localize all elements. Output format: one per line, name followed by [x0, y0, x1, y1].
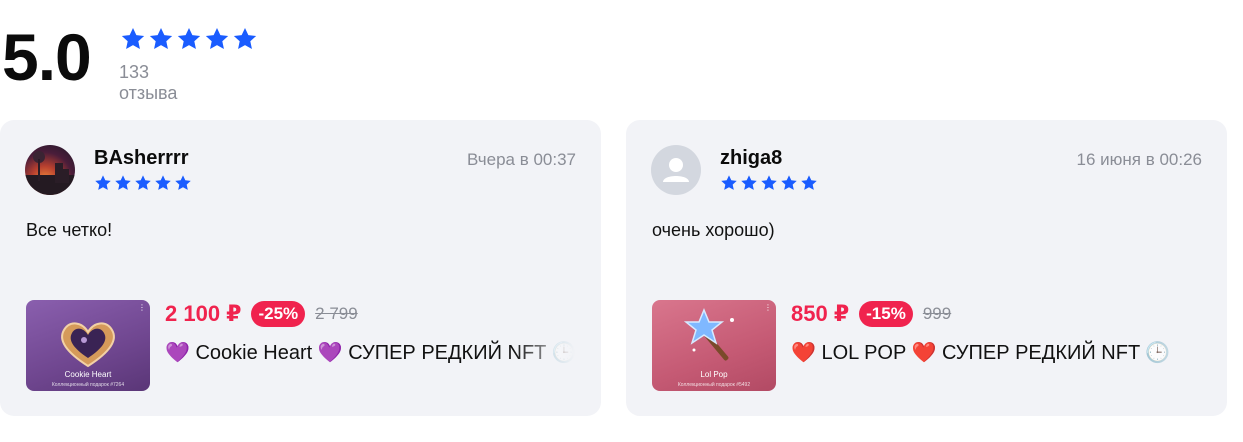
purple-heart-icon: 💜: [165, 340, 190, 364]
star-icon: [761, 175, 777, 190]
product-tag: СУПЕР РЕДКИЙ NFT: [348, 342, 547, 364]
more-icon: ⋮: [138, 303, 146, 312]
product-name[interactable]: ❤️ LOL POP ❤️ СУПЕР РЕДКИЙ NFT 🕒: [791, 340, 1201, 365]
star-icon: [155, 175, 171, 190]
thumb-subtitle: Коллекционный подарок #5492: [677, 382, 751, 388]
product-title: Cookie Heart: [195, 342, 313, 364]
thumb-subtitle: Коллекционный подарок #7264: [51, 382, 125, 388]
star-icon: [95, 175, 111, 190]
product-title: LOL POP: [821, 342, 906, 364]
thumb-title: Lol Pop: [700, 370, 728, 379]
star-icon: [177, 27, 201, 49]
review-text: Все четко!: [26, 220, 113, 240]
clock-icon: 🕒: [551, 340, 575, 364]
product-tag: СУПЕР РЕДКИЙ NFT: [942, 342, 1140, 364]
review-card: zhiga8 16 июня в 00:26 очень хорошо) ⋮ L…: [626, 120, 1227, 416]
review-stars: [94, 174, 192, 192]
avatar[interactable]: [651, 145, 701, 195]
price: 2 100 ₽: [165, 301, 242, 326]
red-heart-icon: ❤️: [791, 340, 816, 364]
review-date: Вчера в 00:37: [466, 150, 576, 169]
review-stars: [720, 174, 818, 192]
average-rating: 5.0: [2, 20, 92, 94]
price-row: 850 ₽ -15% 999: [791, 301, 951, 327]
summary-stars: [120, 26, 258, 52]
old-price: 2 799: [315, 304, 358, 323]
star-icon: [781, 175, 797, 190]
review-card: BAsherrrr Вчера в 00:37 Все четко! ⋮ Coo…: [0, 120, 601, 416]
star-icon: [205, 27, 229, 49]
author-name[interactable]: zhiga8: [720, 147, 782, 170]
review-date: 16 июня в 00:26: [1076, 150, 1203, 169]
price: 850 ₽: [791, 301, 850, 326]
user-placeholder-icon: [663, 158, 689, 182]
product-name[interactable]: 💜 Cookie Heart 💜 СУПЕР РЕДКИЙ NFT 🕒: [165, 340, 575, 365]
thumb-title: Cookie Heart: [64, 370, 112, 379]
star-icon: [801, 175, 817, 190]
star-icon: [149, 27, 173, 49]
star-icon: [233, 27, 257, 49]
star-icon: [115, 175, 131, 190]
red-heart-icon: ❤️: [911, 340, 937, 364]
star-icon: [741, 175, 757, 190]
price-row: 2 100 ₽ -25% 2 799: [165, 301, 358, 327]
star-icon: [175, 175, 191, 190]
review-text: очень хорошо): [652, 220, 775, 240]
star-icon: [135, 175, 151, 190]
old-price: 999: [922, 304, 952, 323]
discount-badge: -25%: [251, 301, 306, 327]
product-thumbnail[interactable]: ⋮ Lol Pop Коллекционный подарок #5492: [652, 300, 776, 391]
purple-heart-icon: 💜: [317, 340, 343, 364]
discount-badge: -15%: [859, 301, 913, 327]
more-icon: ⋮: [764, 303, 772, 312]
avatar[interactable]: [25, 145, 75, 195]
author-name[interactable]: BAsherrrr: [94, 147, 188, 170]
star-icon: [121, 27, 145, 49]
product-thumbnail[interactable]: ⋮ Cookie Heart Коллекционный подарок #72…: [26, 300, 150, 391]
clock-icon: 🕒: [1145, 340, 1171, 364]
sunset-photo-icon: [25, 151, 75, 195]
review-count[interactable]: 133 отзыва: [119, 62, 177, 104]
star-icon: [721, 175, 737, 190]
